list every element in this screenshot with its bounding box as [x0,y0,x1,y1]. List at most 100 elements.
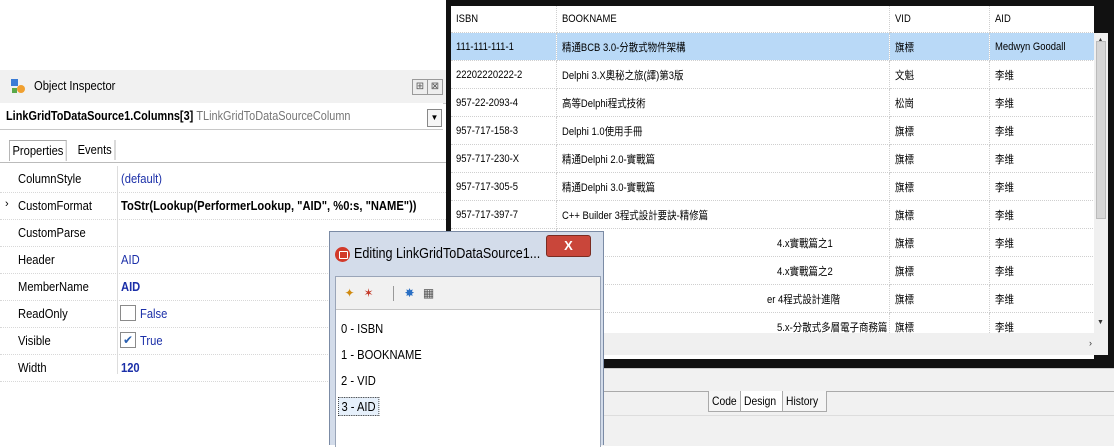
table-cell[interactable]: 957-717-397-7 [451,200,557,229]
close-icon[interactable]: ⊠ [427,79,443,95]
app-icon [335,247,350,262]
property-row-columnstyle[interactable]: ColumnStyle (default) [0,166,446,193]
column-header[interactable]: AID [989,6,1094,33]
property-row-customformat[interactable]: › CustomFormat ToStr(Lookup(PerformerLoo… [0,193,446,220]
table-cell[interactable]: 李维 [989,284,1094,313]
column-header[interactable]: BOOKNAME [556,6,890,33]
table-cell[interactable]: 957-22-2093-4 [451,88,557,117]
table-cell[interactable]: 精通Delphi 2.0-實戰篇 [556,144,890,173]
cell-text: 李维 [994,69,1014,82]
table-cell[interactable]: 李维 [989,228,1094,257]
cell-text: 李维 [994,293,1014,306]
cell-text: 957-717-158-3 [456,124,519,137]
grid-icon[interactable]: ▦ [421,286,436,301]
table-cell[interactable]: C++ Builder 3程式設計要訣-精修篇 [556,200,890,229]
table-cell[interactable]: er 4程式設計進階 [556,284,890,313]
table-cell[interactable]: 松崗 [889,88,990,117]
table-cell[interactable]: 李维 [989,144,1094,173]
cell-text: 李维 [994,265,1014,278]
table-row[interactable]: 957-717-305-5 精通Delphi 3.0-實戰篇 旗標 李维 [451,172,1094,201]
property-name: Header [18,252,55,267]
table-header: ISBN BOOKNAME VID AID [451,6,1094,33]
column-header[interactable]: ISBN [451,6,557,33]
tab-history[interactable]: History [782,391,828,412]
cell-text: 957-717-397-7 [456,208,519,221]
close-button[interactable]: X [546,235,591,257]
add-item-icon[interactable]: ✦ [342,286,357,301]
readonly-checkbox[interactable] [120,305,136,321]
vertical-scrollbar[interactable]: ▲ ▼ [1094,33,1108,333]
table-row[interactable]: 22202220222-2 Delphi 3.X奧秘之旅(譯)第3版 文魁 李维 [451,60,1094,89]
cell-text: 4.x實戰篇之2 [776,265,833,278]
table-cell[interactable]: 957-717-305-5 [451,172,557,201]
move-item-icon[interactable]: ✸ [402,286,417,301]
scroll-right-icon[interactable]: › [1089,338,1092,348]
table-cell[interactable]: 旗標 [889,144,990,173]
table-cell[interactable]: 旗標 [889,228,990,257]
table-cell[interactable]: 4.x實戰篇之1 [556,228,890,257]
tab-events[interactable]: Events [75,140,116,160]
list-item-selected[interactable]: 3 - AID [338,397,380,416]
property-value[interactable]: AID [121,252,140,267]
table-cell[interactable]: 李维 [989,256,1094,285]
table-cell[interactable]: Delphi 3.X奧秘之旅(譯)第3版 [556,60,890,89]
scroll-down-icon[interactable]: ▼ [1097,319,1104,326]
table-cell[interactable]: 文魁 [889,60,990,89]
tab-design[interactable]: Design [740,391,786,412]
scroll-thumb[interactable] [1096,41,1106,219]
chevron-down-icon[interactable]: ▼ [427,109,442,127]
list-item[interactable]: 0 - ISBN [341,321,383,336]
table-row[interactable]: 957-22-2093-4 高等Delphi程式技術 松崗 李维 [451,88,1094,117]
cell-text: C++ Builder 3程式設計要訣-精修篇 [561,209,708,222]
table-cell[interactable]: 旗標 [889,200,990,229]
table-cell[interactable]: 旗標 [889,172,990,201]
delete-item-icon[interactable]: ✶ [361,286,376,301]
table-cell[interactable]: 李维 [989,200,1094,229]
cell-text: 精通Delphi 3.0-實戰篇 [561,181,655,194]
property-name: Width [18,360,47,375]
table-cell[interactable]: 李维 [989,172,1094,201]
cell-text: 957-717-305-5 [456,180,519,193]
tab-properties[interactable]: Properties [9,140,67,161]
cell-text: 李维 [994,153,1014,166]
table-cell[interactable]: 旗標 [889,32,990,61]
table-cell[interactable]: 旗標 [889,284,990,313]
table-cell[interactable]: 957-717-230-X [451,144,557,173]
table-cell[interactable]: 111-111-111-1 [451,32,557,61]
table-cell[interactable]: Medwyn Goodall [989,32,1094,61]
table-cell[interactable]: Delphi 1.0使用手冊 [556,116,890,145]
pin-icon[interactable]: ⊞ [412,79,428,95]
table-cell[interactable]: 4.x實戰篇之2 [556,256,890,285]
cell-text: 高等Delphi程式技術 [561,97,646,110]
cell-text: 旗標 [894,181,914,194]
table-cell[interactable]: 李维 [989,60,1094,89]
column-header[interactable]: VID [889,6,990,33]
table-cell[interactable]: 李维 [989,116,1094,145]
table-cell[interactable]: 957-717-158-3 [451,116,557,145]
property-value[interactable]: (default) [121,171,162,186]
cell-text: er 4程式設計進階 [766,293,840,306]
table-cell[interactable]: 李维 [989,88,1094,117]
table-row[interactable]: 957-717-230-X 精通Delphi 2.0-實戰篇 旗標 李维 [451,144,1094,173]
table-row[interactable]: 111-111-111-1 精通BCB 3.0-分散式物件架構 旗標 Medwyn G… [451,32,1094,61]
property-name: CustomParse [18,225,86,240]
table-cell[interactable]: 旗標 [889,116,990,145]
table-row[interactable]: 957-717-158-3 Delphi 1.0使用手冊 旗標 李维 [451,116,1094,145]
cell-text: 旗標 [894,265,914,278]
table-row[interactable]: 957-717-397-7 C++ Builder 3程式設計要訣-精修篇 旗標 李维 [451,200,1094,229]
property-name: ColumnStyle [18,171,82,186]
property-value[interactable]: ToStr(Lookup(PerformerLookup, "AID", %0:… [121,198,417,213]
table-cell[interactable]: 高等Delphi程式技術 [556,88,890,117]
visible-checkbox[interactable]: ✔ [120,332,136,348]
property-value[interactable]: 120 [121,360,140,375]
cell-text: 文魁 [894,69,914,82]
list-item[interactable]: 1 - BOOKNAME [341,347,422,362]
table-cell[interactable]: 精通BCB 3.0-分散式物件架構 [556,32,890,61]
property-value[interactable]: AID [121,279,140,294]
cell-text: 李维 [994,209,1014,222]
list-item[interactable]: 2 - VID [341,373,376,388]
table-cell[interactable]: 22202220222-2 [451,60,557,89]
table-cell[interactable]: 旗標 [889,256,990,285]
table-cell[interactable]: 精通Delphi 3.0-實戰篇 [556,172,890,201]
object-selector[interactable]: LinkGridToDataSource1.Columns[3] TLinkGr… [0,103,443,130]
